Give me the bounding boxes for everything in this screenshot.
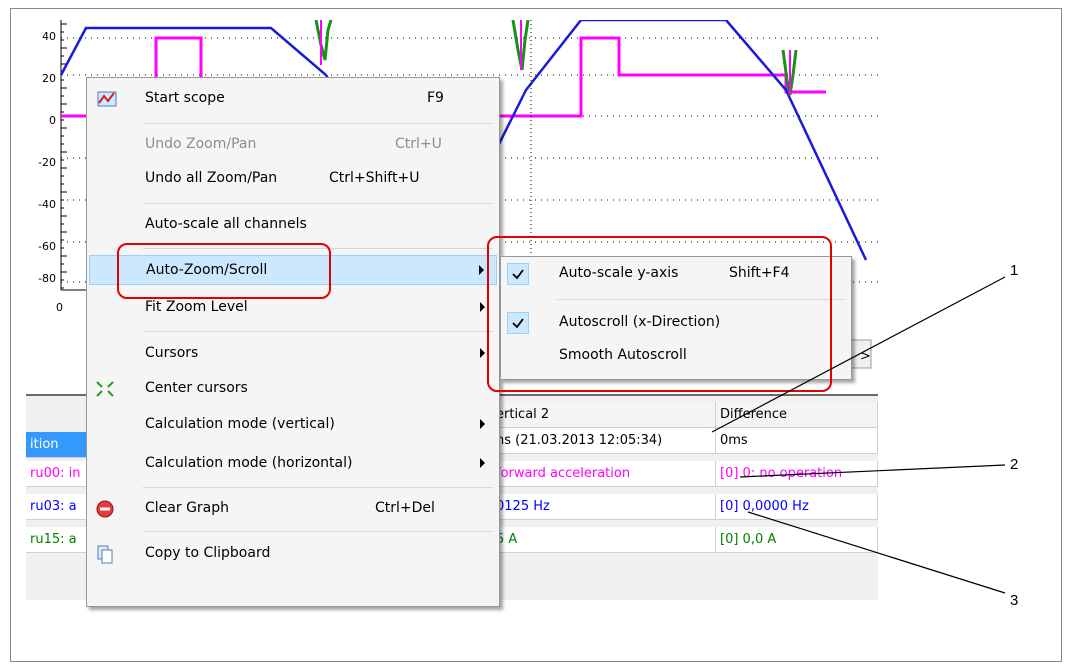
callout-1: 1 [1010,262,1019,279]
callout-3: 3 [1010,592,1019,609]
callout-lines [711,276,1006,594]
callout-2: 2 [1010,456,1019,473]
